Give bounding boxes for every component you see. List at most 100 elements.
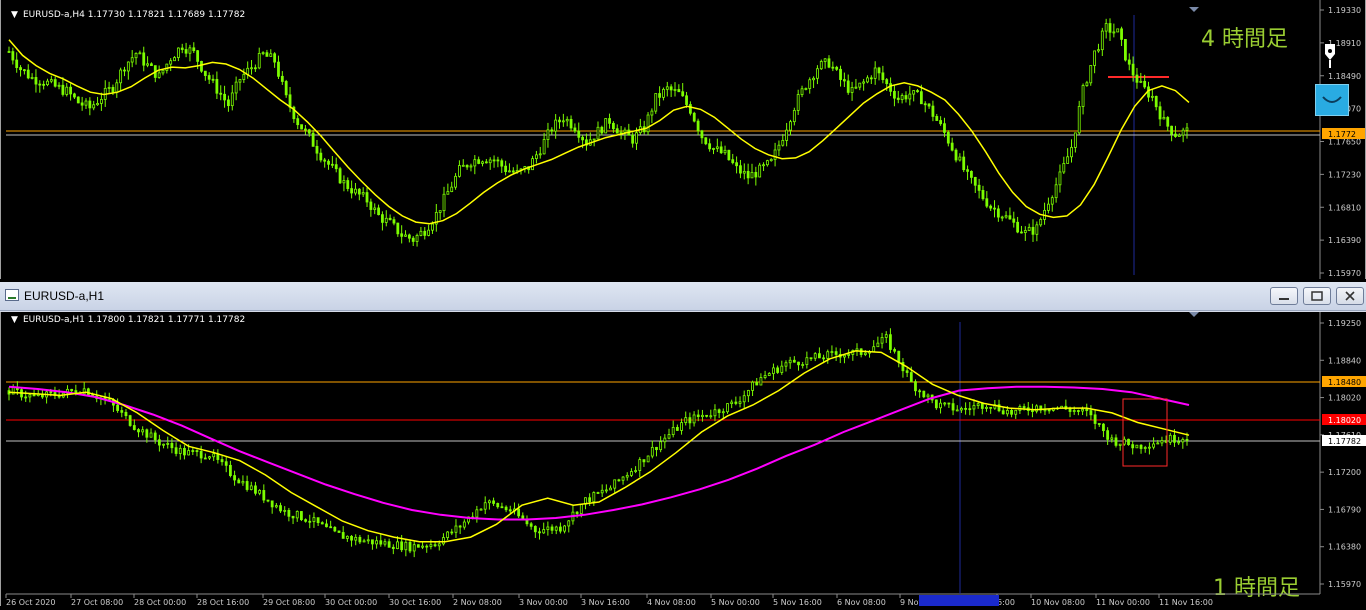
pen-icon[interactable] (1323, 44, 1337, 70)
candle-body (977, 184, 981, 191)
close-button[interactable] (1336, 287, 1364, 305)
candle-body (604, 489, 608, 492)
h1-window-title: EURUSD-a,H1 (24, 289, 105, 303)
candle-body (700, 130, 704, 139)
h4-scroll-marker-icon[interactable] (1189, 7, 1199, 12)
candle-body (1181, 129, 1185, 136)
candle-body (805, 357, 809, 365)
candle-body (546, 129, 550, 140)
maximize-button[interactable] (1303, 287, 1331, 305)
candle-body (219, 92, 223, 95)
candle-body (1108, 23, 1112, 33)
candle-body (396, 541, 399, 549)
candle-body (145, 429, 149, 438)
candle-body (1050, 197, 1054, 205)
candle-body (659, 441, 663, 451)
candle-body (734, 401, 738, 404)
price-tick-label: 1.16390 (1328, 236, 1361, 245)
candle-body (884, 334, 888, 338)
candle-body (228, 464, 232, 476)
candle-body (658, 93, 661, 98)
h1-candles (7, 328, 1189, 558)
candle-body (107, 86, 111, 89)
candle-body (609, 487, 612, 491)
candle-body (1124, 38, 1127, 61)
candle-body (673, 89, 677, 91)
h4-chart[interactable]: ▼ EURUSD-a,H4 1.17730 1.17821 1.17689 1.… (1, 0, 1366, 279)
minimize-button[interactable] (1270, 287, 1298, 305)
candle-body (1135, 444, 1139, 449)
candle-body (739, 165, 742, 174)
candle-body (383, 541, 387, 545)
candle-body (1102, 423, 1105, 432)
candle-body (723, 149, 727, 154)
h1-chart-window[interactable]: EURUSD-a,H1 ▼ EURUSD-a,H1 1.17800 1.1782… (0, 282, 1366, 607)
candle-body (115, 82, 119, 93)
h1-orange-level-text: 1.18480 (1328, 378, 1361, 387)
candle-body (283, 509, 287, 512)
candle-body (146, 63, 149, 66)
candle-body (30, 77, 34, 79)
candle-body (947, 402, 951, 405)
candle-body (208, 456, 211, 459)
candle-body (508, 509, 512, 512)
candle-body (1110, 437, 1114, 440)
candle-body (759, 377, 763, 386)
candle-body (396, 222, 400, 235)
candle-body (893, 90, 896, 99)
candle-body (946, 132, 950, 144)
candle-body (550, 129, 554, 132)
candle-body (1139, 80, 1143, 83)
candle-body (960, 407, 963, 411)
smile-icon[interactable] (1315, 84, 1349, 116)
candle-body (454, 525, 458, 533)
h1-scroll-marker-icon[interactable] (1189, 312, 1199, 317)
candle-body (1112, 31, 1116, 34)
candle-body (173, 57, 176, 62)
candle-body (300, 511, 303, 521)
candle-body (381, 214, 384, 223)
candle-body (427, 229, 431, 236)
h1-chart-pane[interactable]: ▼ EURUSD-a,H1 1.17800 1.17821 1.17771 1.… (0, 312, 1366, 607)
candle-body (646, 114, 650, 133)
h1-red-level-text: 1.18020 (1328, 416, 1361, 425)
candle-body (423, 230, 427, 236)
candle-body (199, 450, 203, 459)
candle-body (261, 52, 265, 55)
candle-body (330, 163, 334, 166)
candle-body (535, 154, 538, 160)
candle-body (461, 164, 465, 167)
candle-body (96, 103, 99, 106)
candle-body (311, 132, 315, 147)
candle-body (1152, 443, 1155, 448)
candle-body (22, 69, 26, 72)
candle-body (1004, 215, 1008, 218)
candle-body (220, 459, 224, 463)
h1-window-titlebar[interactable]: EURUSD-a,H1 (0, 282, 1366, 311)
price-tick-label: 1.16790 (1328, 505, 1361, 514)
candle-body (731, 159, 735, 164)
h1-header: EURUSD-a,H1 1.17800 1.17821 1.17771 1.17… (23, 315, 245, 325)
candle-body (1122, 438, 1126, 445)
candle-body (596, 492, 600, 494)
candle-body (667, 434, 671, 439)
candle-body (1177, 441, 1181, 444)
candle-body (681, 91, 685, 97)
candle-body (889, 83, 892, 92)
h4-chart-pane[interactable]: ▼ EURUSD-a,H4 1.17730 1.17821 1.17689 1.… (0, 0, 1366, 279)
time-label: 28 Oct 16:00 (197, 598, 249, 606)
candle-body (696, 414, 700, 418)
candle-body (1043, 409, 1047, 412)
candle-body (950, 142, 954, 151)
candle-body (1156, 442, 1160, 445)
h1-chart[interactable]: ▼ EURUSD-a,H1 1.17800 1.17821 1.17771 1.… (1, 312, 1366, 607)
h1-timeframe-label: 1 時間足 (1213, 576, 1300, 601)
candle-body (475, 509, 479, 518)
candle-body (665, 86, 669, 90)
candle-body (195, 450, 199, 452)
candle-body (291, 515, 295, 519)
candle-body (80, 102, 84, 106)
candle-body (823, 58, 827, 62)
candle-body (273, 53, 277, 63)
candle-body (813, 353, 817, 359)
